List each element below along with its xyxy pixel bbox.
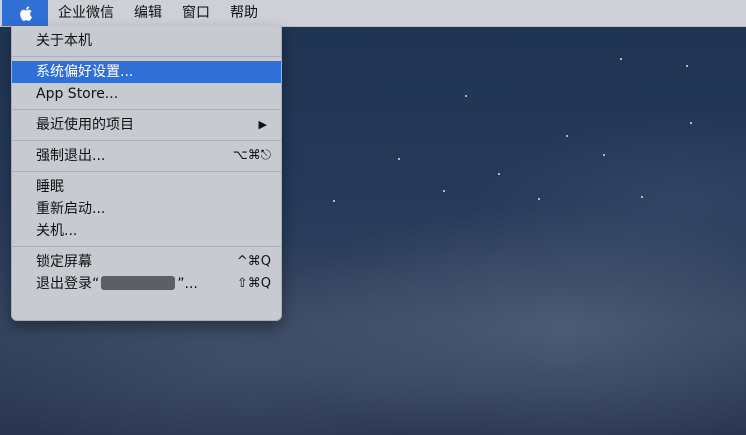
- apple-menu-button[interactable]: [2, 0, 48, 26]
- menu-item-force-quit[interactable]: 强制退出... ⌥⌘⎋: [12, 145, 281, 167]
- apple-logo-icon: [19, 5, 32, 21]
- menubar-item-edit[interactable]: 编辑: [124, 0, 172, 26]
- menu-item-restart[interactable]: 重新启动...: [12, 198, 281, 220]
- menu-item-label: 最近使用的项目: [36, 117, 134, 133]
- menu-item-label: 系统偏好设置...: [36, 64, 134, 80]
- shortcut-label: ⌥⌘⎋: [232, 148, 271, 163]
- menu-separator: [12, 246, 281, 247]
- redacted-username: [101, 276, 176, 290]
- menu-item-label-suffix: ”...: [177, 276, 198, 292]
- menu-item-app-store[interactable]: App Store...: [12, 83, 281, 105]
- menu-item-label-prefix: 退出登录“: [36, 276, 100, 292]
- submenu-arrow-icon: ▶: [258, 118, 267, 131]
- shortcut-label: ⇧⌘Q: [236, 276, 271, 291]
- menu-item-shutdown[interactable]: 关机...: [12, 220, 281, 242]
- apple-menu-dropdown: 关于本机 系统偏好设置... App Store... 最近使用的项目 ▶ 强制…: [11, 26, 282, 321]
- menu-item-sleep[interactable]: 睡眠: [12, 176, 281, 198]
- menu-separator: [12, 140, 281, 141]
- menu-separator: [12, 171, 281, 172]
- menu-item-label: App Store...: [36, 86, 119, 102]
- menu-item-label: 关机...: [36, 223, 78, 239]
- menu-item-lock-screen[interactable]: 锁定屏幕 ^⌘Q: [12, 251, 281, 273]
- menu-item-label: 睡眠: [36, 179, 64, 195]
- menu-item-label: 重新启动...: [36, 201, 106, 217]
- menu-item-label: 强制退出...: [36, 148, 106, 164]
- menubar-item-window[interactable]: 窗口: [172, 0, 220, 26]
- shortcut-label: ^⌘Q: [236, 254, 271, 269]
- menu-item-recent-items[interactable]: 最近使用的项目 ▶: [12, 114, 281, 136]
- menubar-item-wecom[interactable]: 企业微信: [48, 0, 124, 26]
- menu-item-label: 锁定屏幕: [36, 254, 92, 270]
- menu-bar: 企业微信 编辑 窗口 帮助: [0, 0, 746, 27]
- menu-separator: [12, 56, 281, 57]
- menu-item-system-preferences[interactable]: 系统偏好设置...: [12, 61, 281, 83]
- menu-item-log-out[interactable]: 退出登录“ ”... ⇧⌘Q: [12, 273, 281, 295]
- menu-item-about[interactable]: 关于本机: [12, 30, 281, 52]
- menu-separator: [12, 109, 281, 110]
- menubar-item-help[interactable]: 帮助: [220, 0, 268, 26]
- menu-item-label: 关于本机: [36, 33, 92, 49]
